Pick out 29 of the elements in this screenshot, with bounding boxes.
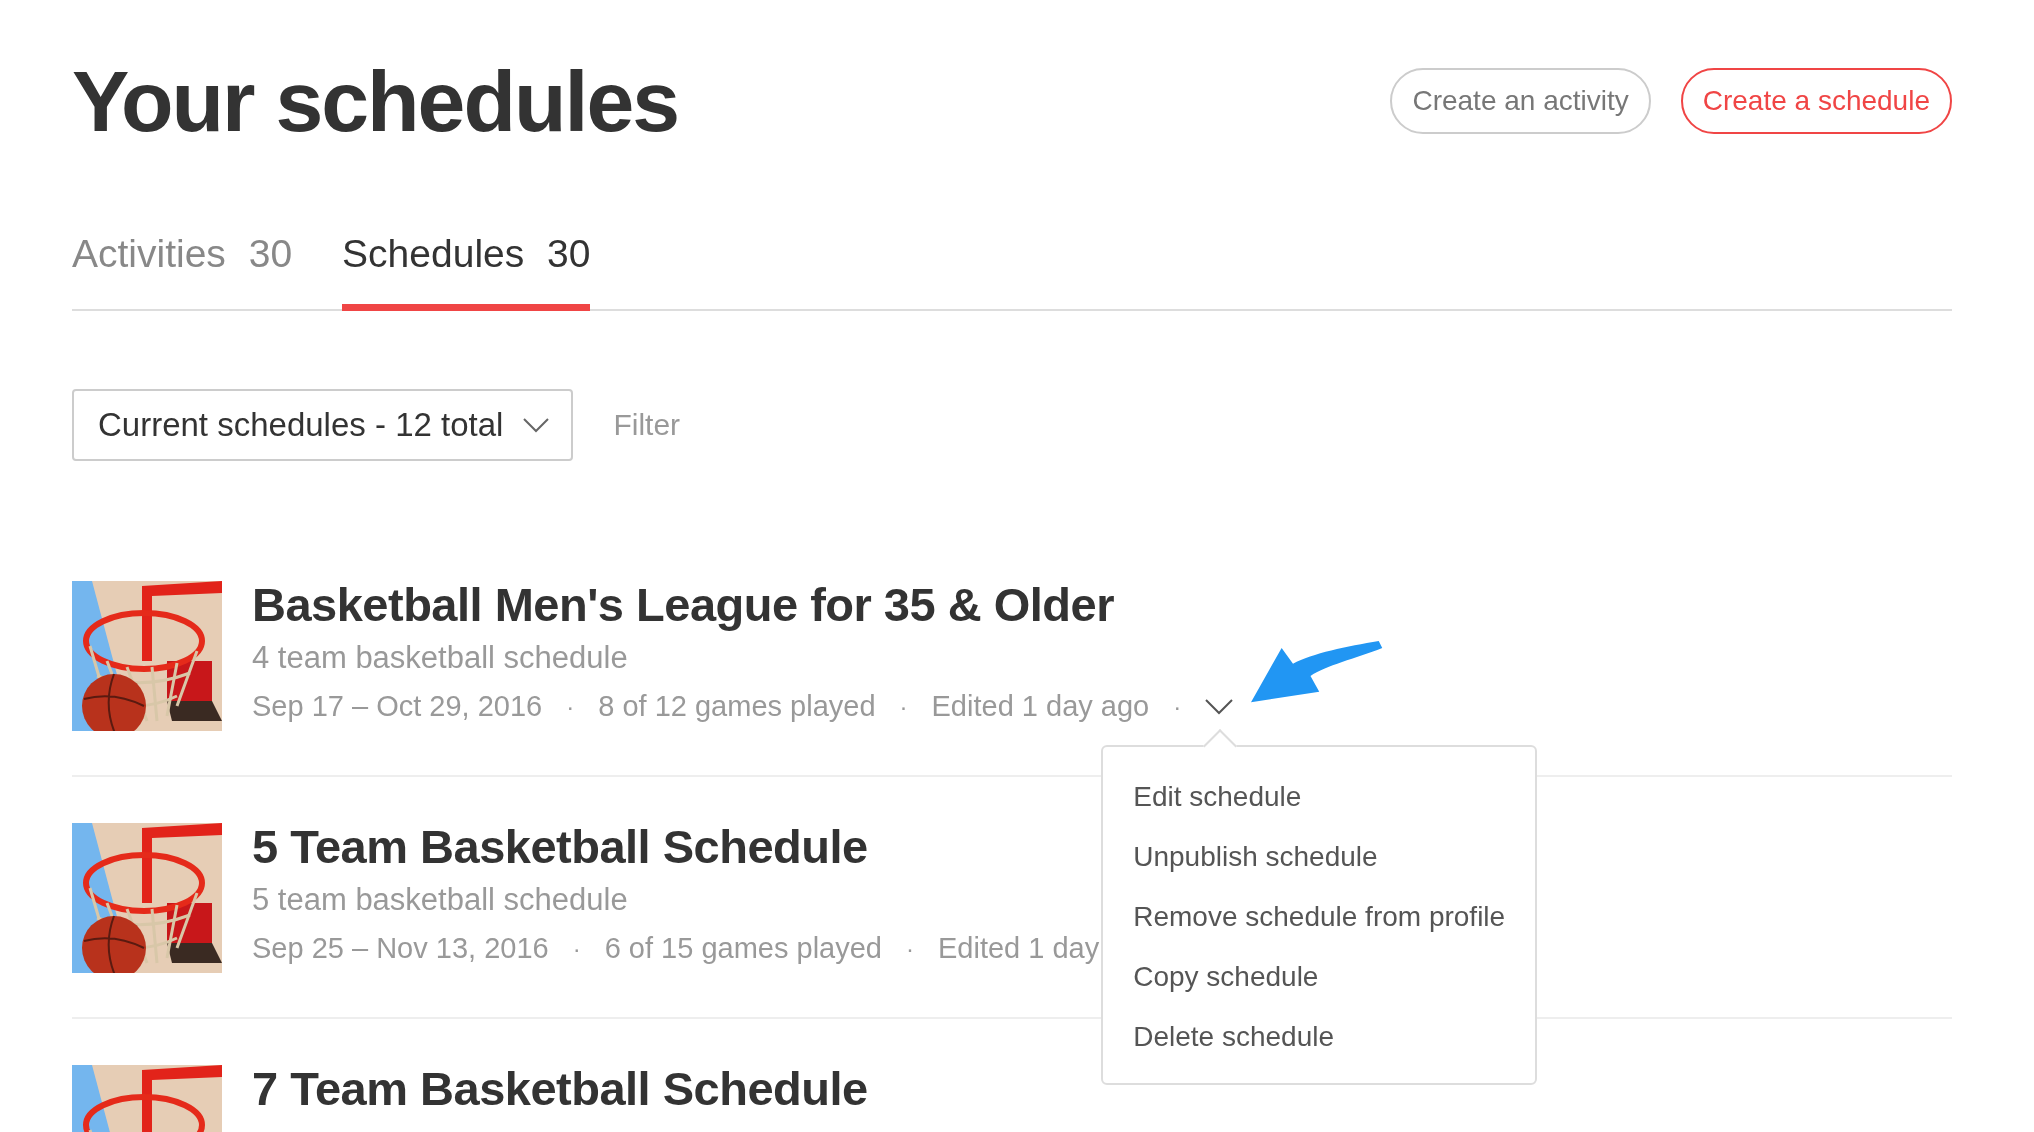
- menu-item[interactable]: Unpublish schedule: [1103, 826, 1536, 887]
- separator-dot: ·: [1173, 692, 1182, 721]
- tab[interactable]: Schedules 30: [342, 232, 591, 311]
- separator-dot: ·: [899, 692, 908, 721]
- separator-dot: ·: [572, 934, 581, 963]
- schedule-meta: Sep 25 – Nov 13, 2016: [252, 932, 549, 965]
- separator-dot: ·: [906, 934, 914, 963]
- schedule-meta: Sep 17 – Oct 29, 2016: [252, 690, 543, 723]
- chevron-down-icon: [523, 417, 550, 433]
- create-activity-button[interactable]: Create an activity: [1390, 68, 1651, 134]
- schedule-meta: Edited 1 day ago: [931, 690, 1150, 723]
- schedule-title[interactable]: 5 Team Basketball Schedule: [252, 819, 1100, 874]
- menu-item[interactable]: Edit schedule: [1103, 766, 1536, 827]
- menu-item[interactable]: Remove schedule from profile: [1103, 886, 1536, 947]
- menu-item[interactable]: Delete schedule: [1103, 1006, 1536, 1067]
- schedule-meta: 8 of 12 games played: [598, 690, 876, 723]
- schedule-subtitle: 4 team basketball schedule: [252, 640, 629, 676]
- schedule-subtitle: 5 team basketball schedule: [252, 882, 629, 918]
- schedule-title[interactable]: Basketball Men's League for 35 & Older: [252, 577, 1234, 632]
- page-title: Your schedules: [72, 51, 679, 151]
- schedule-meta: 6 of 15 games played: [604, 932, 882, 965]
- tab[interactable]: Activities 30: [72, 232, 293, 311]
- separator-dot: ·: [566, 692, 575, 721]
- schedule-title[interactable]: 7 Team Basketball Schedule: [252, 1061, 868, 1116]
- create-schedule-button[interactable]: Create a schedule: [1680, 68, 1952, 134]
- schedule-dropdown[interactable]: Current schedules - 12 total: [72, 389, 574, 461]
- schedule-meta: Edited 1 day: [938, 932, 1100, 965]
- menu-item[interactable]: Copy schedule: [1103, 946, 1536, 1007]
- chevron-down-icon[interactable]: [1205, 698, 1234, 715]
